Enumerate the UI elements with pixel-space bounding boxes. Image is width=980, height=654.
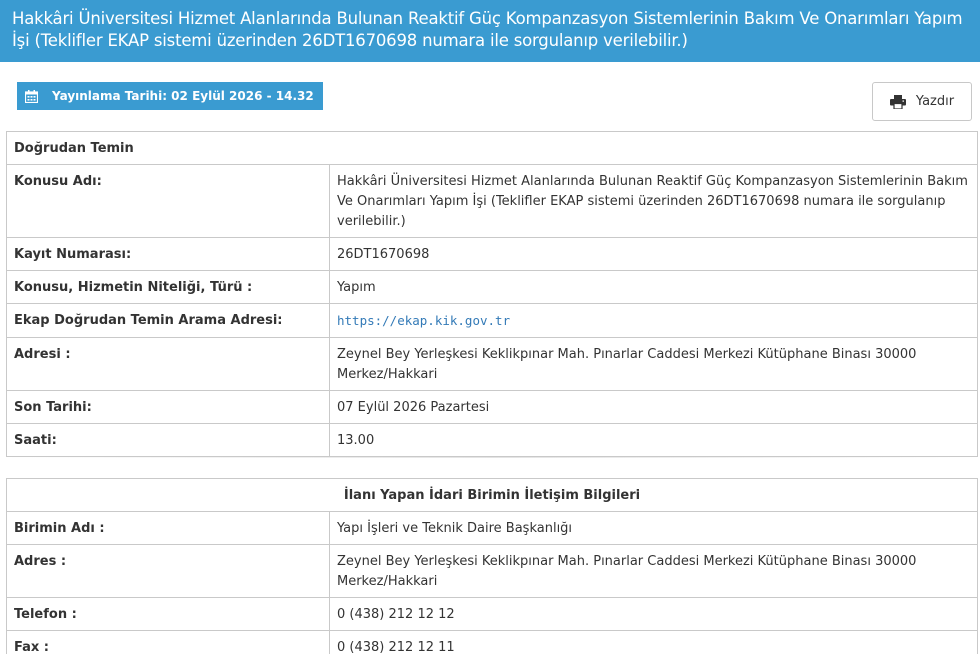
row-label: Adresi : bbox=[6, 337, 330, 391]
table-row: Konusu, Hizmetin Niteliği, Türü : Yapım bbox=[6, 270, 978, 304]
page-title: Hakkâri Üniversitesi Hizmet Alanlarında … bbox=[0, 0, 980, 62]
table-row: Fax : 0 (438) 212 12 11 bbox=[6, 630, 978, 654]
row-value: 26DT1670698 bbox=[329, 237, 978, 271]
row-label: Son Tarihi: bbox=[6, 390, 330, 424]
row-value: Yapı İşleri ve Teknik Daire Başkanlığı bbox=[329, 511, 978, 545]
table-row: Saati: 13.00 bbox=[6, 423, 978, 457]
row-value: Yapım bbox=[329, 270, 978, 304]
details-heading: Doğrudan Temin bbox=[6, 131, 978, 165]
table-row: Ekap Doğrudan Temin Arama Adresi: https:… bbox=[6, 303, 978, 338]
table-row: Adresi : Zeynel Bey Yerleşkesi Keklikpın… bbox=[6, 337, 978, 391]
contact-table: İlanı Yapan İdari Birimin İletişim Bilgi… bbox=[6, 478, 978, 654]
row-label: Konusu, Hizmetin Niteliği, Türü : bbox=[6, 270, 330, 304]
table-row: Birimin Adı : Yapı İşleri ve Teknik Dair… bbox=[6, 511, 978, 545]
row-value: 0 (438) 212 12 12 bbox=[329, 597, 978, 631]
row-value: 0 (438) 212 12 11 bbox=[329, 630, 978, 654]
row-value: Hakkâri Üniversitesi Hizmet Alanlarında … bbox=[329, 164, 978, 238]
row-value: 13.00 bbox=[329, 423, 978, 457]
row-label: Kayıt Numarası: bbox=[6, 237, 330, 271]
publication-date-badge: Yayınlama Tarihi: 02 Eylül 2026 - 14.32 bbox=[17, 82, 323, 110]
row-value: Zeynel Bey Yerleşkesi Keklikpınar Mah. P… bbox=[329, 544, 978, 598]
row-label: Saati: bbox=[6, 423, 330, 457]
table-row: Doğrudan Temin bbox=[6, 131, 978, 165]
row-value: 07 Eylül 2026 Pazartesi bbox=[329, 390, 978, 424]
print-button-label: Yazdır bbox=[915, 94, 955, 109]
row-label: Telefon : bbox=[6, 597, 330, 631]
row-value: Zeynel Bey Yerleşkesi Keklikpınar Mah. P… bbox=[329, 337, 978, 391]
table-row: Son Tarihi: 07 Eylül 2026 Pazartesi bbox=[6, 390, 978, 424]
table-row: İlanı Yapan İdari Birimin İletişim Bilgi… bbox=[6, 478, 978, 512]
ekap-link[interactable]: https://ekap.kik.gov.tr bbox=[337, 313, 510, 328]
row-label: Fax : bbox=[6, 630, 330, 654]
row-label: Adres : bbox=[6, 544, 330, 598]
table-row: Adres : Zeynel Bey Yerleşkesi Keklikpına… bbox=[6, 544, 978, 598]
printer-icon bbox=[889, 94, 906, 109]
table-row: Konusu Adı: Hakkâri Üniversitesi Hizmet … bbox=[6, 164, 978, 238]
table-row: Telefon : 0 (438) 212 12 12 bbox=[6, 597, 978, 631]
row-label: Birimin Adı : bbox=[6, 511, 330, 545]
details-table: Doğrudan Temin Konusu Adı: Hakkâri Ünive… bbox=[6, 131, 978, 457]
publication-date-label: Yayınlama Tarihi: 02 Eylül 2026 - 14.32 bbox=[52, 89, 314, 103]
table-row: Kayıt Numarası: 26DT1670698 bbox=[6, 237, 978, 271]
print-button[interactable]: Yazdır bbox=[872, 82, 972, 121]
row-label: Ekap Doğrudan Temin Arama Adresi: bbox=[6, 303, 330, 338]
calendar-icon bbox=[25, 89, 38, 103]
row-value: https://ekap.kik.gov.tr bbox=[329, 303, 978, 338]
row-label: Konusu Adı: bbox=[6, 164, 330, 238]
section-divider bbox=[6, 457, 978, 458]
contact-heading: İlanı Yapan İdari Birimin İletişim Bilgi… bbox=[6, 478, 978, 512]
